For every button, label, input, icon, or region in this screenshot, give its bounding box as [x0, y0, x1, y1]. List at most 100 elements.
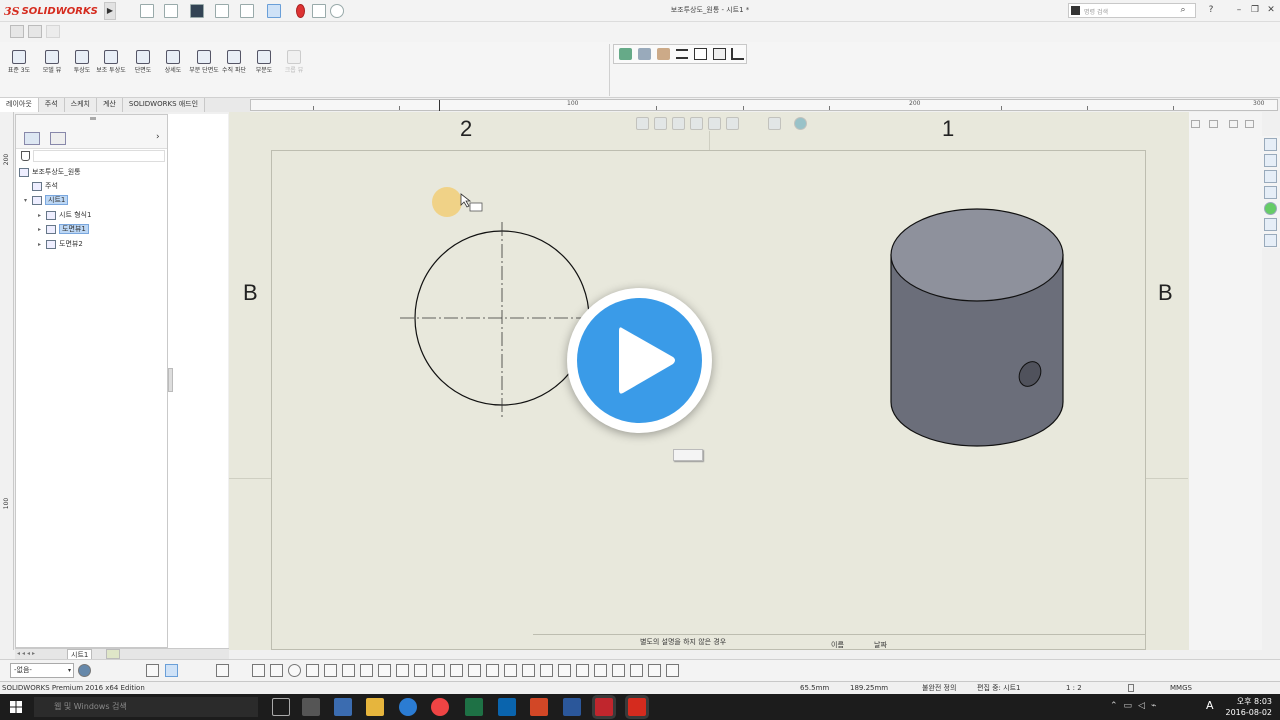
line-thickness-icon[interactable] — [676, 49, 688, 59]
expander-icon[interactable]: ▸ — [38, 223, 46, 237]
minimize-button[interactable]: – — [1232, 3, 1246, 17]
edge-icon[interactable] — [399, 698, 417, 716]
search-icon[interactable]: ⌕ — [1176, 3, 1190, 17]
solidworks-logo[interactable]: 3S SOLIDWORKS — [4, 3, 102, 19]
file-explorer-icon[interactable] — [366, 698, 384, 716]
polygon-icon[interactable] — [324, 664, 337, 677]
save-icon[interactable] — [190, 4, 204, 18]
layer-icon[interactable] — [619, 48, 632, 60]
panel-icon[interactable] — [1191, 120, 1200, 128]
resources-icon[interactable] — [1264, 154, 1277, 167]
expander-icon[interactable]: ▸ — [38, 209, 46, 223]
copy-entities-icon[interactable] — [594, 664, 607, 677]
trim-icon[interactable] — [468, 664, 481, 677]
tab-layout[interactable]: 레이아웃 — [0, 98, 39, 112]
tab-addins[interactable]: SOLIDWORKS 애드인 — [122, 98, 206, 112]
word-icon[interactable] — [563, 698, 581, 716]
section-view-icon[interactable] — [690, 117, 703, 130]
feature-tree-tab-icon[interactable] — [24, 132, 40, 145]
move-icon[interactable] — [540, 664, 553, 677]
tree-root[interactable]: 보조투상도_원통 — [19, 165, 81, 179]
section-view-button[interactable]: 단면도 — [128, 48, 158, 88]
text-icon[interactable] — [450, 664, 463, 677]
smart-dimension-icon[interactable] — [146, 664, 159, 677]
add-relation-icon[interactable] — [612, 664, 625, 677]
new-document-icon[interactable] — [140, 4, 154, 18]
input-language-icon[interactable]: A — [1206, 699, 1214, 712]
slot-icon[interactable] — [270, 664, 283, 677]
file-properties-icon[interactable] — [312, 4, 326, 18]
color-display-mode-icon[interactable] — [713, 48, 726, 60]
isometric-cylinder-view[interactable] — [888, 206, 1068, 452]
taskbar-clock[interactable]: 오후 8:03 2016-08-02 — [1226, 696, 1273, 718]
break-button[interactable]: 수직 파단 — [219, 48, 249, 88]
appearances-icon[interactable] — [1264, 202, 1277, 215]
design-library-icon[interactable] — [1264, 170, 1277, 183]
rebuild-status-icon[interactable] — [1128, 684, 1134, 692]
fillet-icon[interactable] — [378, 664, 391, 677]
expander-icon[interactable]: ▸ — [38, 238, 46, 252]
color-icon[interactable] — [638, 48, 651, 60]
sketch-line-icon[interactable] — [216, 664, 229, 677]
circle-icon[interactable] — [288, 664, 301, 677]
app-icon[interactable] — [334, 698, 352, 716]
hide-show-edges-icon[interactable] — [694, 48, 707, 60]
line-style-pen-icon[interactable] — [657, 48, 670, 60]
point-icon[interactable] — [432, 664, 445, 677]
crop-view-button[interactable]: 크롭 뷰 — [279, 48, 309, 88]
chevron-right-icon[interactable]: › — [156, 132, 160, 142]
hide-show-icon[interactable] — [768, 117, 781, 130]
tab-sketch[interactable]: 스케치 — [64, 98, 97, 112]
model-view-button[interactable]: 모델 뷰 — [37, 48, 67, 88]
rectangle-icon[interactable] — [252, 664, 265, 677]
task-view-icon[interactable] — [272, 698, 290, 716]
sheet-nav-arrows-icon[interactable]: ◂◂◂▸ — [17, 650, 57, 659]
home-icon[interactable] — [1264, 138, 1277, 151]
recorder-icon[interactable] — [595, 698, 613, 716]
arc-icon[interactable] — [306, 664, 319, 677]
rotate-icon[interactable] — [708, 117, 721, 130]
powerpoint-icon[interactable] — [530, 698, 548, 716]
panel-icon[interactable] — [1245, 120, 1254, 128]
display-relations-icon[interactable] — [630, 664, 643, 677]
scale-icon[interactable] — [576, 664, 589, 677]
partial-view-button[interactable]: 부분도 — [249, 48, 279, 88]
mirror-icon[interactable] — [522, 664, 535, 677]
chrome-icon[interactable] — [431, 698, 449, 716]
link-icon[interactable] — [46, 25, 60, 38]
rotate-entities-icon[interactable] — [558, 664, 571, 677]
custom-properties-icon[interactable] — [1264, 218, 1277, 231]
front-view-circle[interactable] — [400, 222, 600, 418]
layer-select[interactable]: -없음- ▾ — [10, 663, 74, 678]
tree-item-annotations[interactable]: 주석 — [24, 179, 58, 193]
options-gear-icon[interactable] — [330, 4, 344, 18]
filter-icon[interactable] — [21, 151, 30, 161]
layer-properties-icon[interactable] — [78, 664, 91, 677]
linetype-icon[interactable] — [731, 48, 744, 60]
zoom-area-icon[interactable] — [654, 117, 667, 130]
system-tray-icons[interactable]: ⌃▭◁⌁ — [1110, 701, 1200, 713]
construction-geometry-icon[interactable] — [648, 664, 661, 677]
fix-icon[interactable] — [666, 664, 679, 677]
grip-handle[interactable] — [90, 117, 96, 120]
panel-icon[interactable] — [1209, 120, 1218, 128]
close-button[interactable]: ✕ — [1264, 3, 1278, 17]
open-folder-icon[interactable] — [164, 4, 178, 18]
menu-expand-icon[interactable]: ▶ — [104, 2, 116, 20]
scene-icon[interactable] — [794, 117, 807, 130]
detail-view-button[interactable]: 상세도 — [158, 48, 188, 88]
tab-annotation[interactable]: 주석 — [38, 98, 65, 112]
store-icon[interactable] — [302, 698, 320, 716]
windows-icon[interactable] — [10, 701, 22, 713]
tree-item-sheet-format[interactable]: ▸ 시트 형식1 — [38, 208, 91, 222]
property-manager-tab-icon[interactable] — [50, 132, 66, 145]
add-sheet-icon[interactable] — [106, 649, 120, 659]
excel-icon[interactable] — [465, 698, 483, 716]
chamfer-icon[interactable] — [396, 664, 409, 677]
display-style-icon[interactable] — [726, 117, 739, 130]
tree-item-drawing-view2[interactable]: ▸ 도면뷰2 — [38, 237, 83, 251]
centerline-icon[interactable] — [414, 664, 427, 677]
zoom-to-fit-icon[interactable] — [636, 117, 649, 130]
select-icon[interactable] — [165, 664, 178, 677]
panel-collapse-handle[interactable] — [168, 368, 173, 392]
